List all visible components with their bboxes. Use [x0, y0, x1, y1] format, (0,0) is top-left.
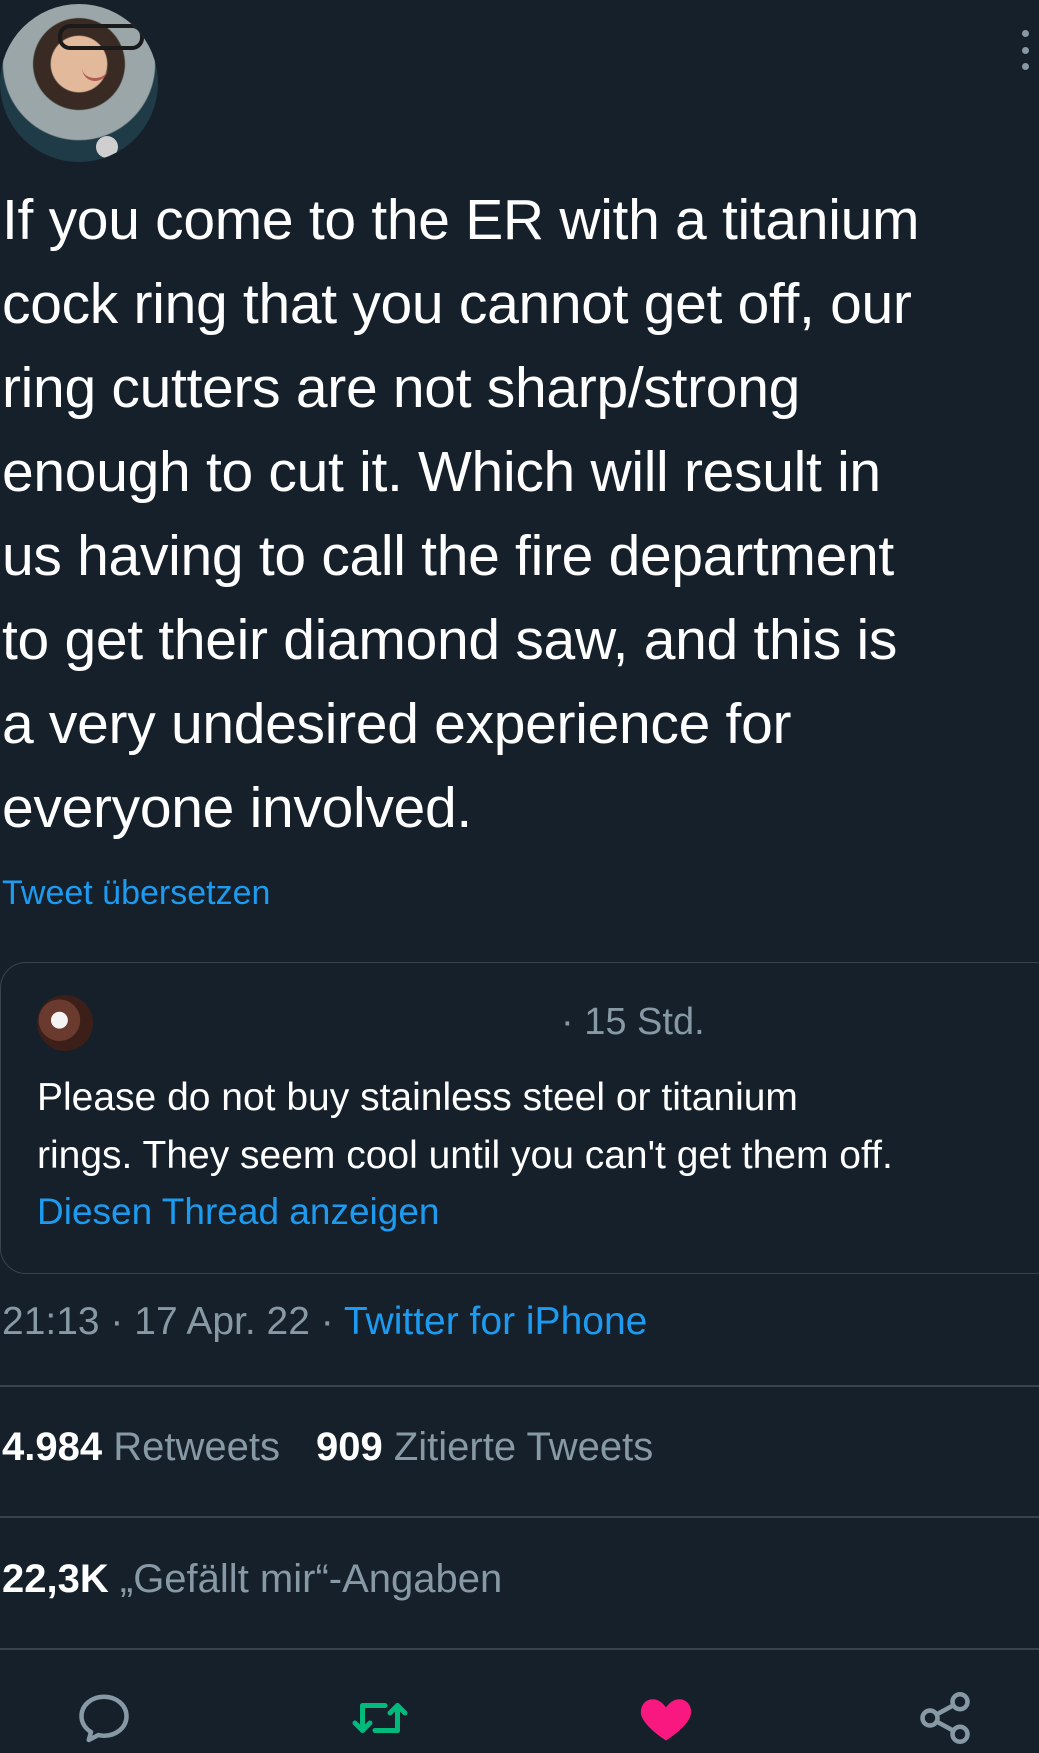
retweet-icon [352, 1703, 408, 1733]
divider [0, 1516, 1039, 1518]
retweets-label: Retweets [113, 1425, 280, 1469]
tweet-source-link[interactable]: Twitter for iPhone [344, 1300, 647, 1343]
quoted-tweet-text: Please do not buy stainless steel or tit… [37, 1076, 893, 1177]
quoted-author-avatar [37, 995, 93, 1051]
tweet-meta: 21:13 · 17 Apr. 22 · Twitter for iPhone [2, 1300, 647, 1344]
retweets-count: 4.984 [2, 1425, 103, 1469]
divider [0, 1385, 1039, 1387]
likes-count: 22,3K [2, 1557, 109, 1601]
reply-button[interactable] [74, 1688, 134, 1748]
share-icon [920, 1692, 970, 1744]
heart-icon [640, 1699, 692, 1741]
retweet-button[interactable] [350, 1688, 410, 1748]
quotes-label: Zitierte Tweets [393, 1425, 654, 1469]
tweet-text: If you come to the ER with a titanium co… [2, 188, 920, 840]
like-button[interactable] [636, 1688, 696, 1748]
share-button[interactable] [915, 1688, 975, 1748]
divider [0, 1648, 1039, 1650]
show-thread-link[interactable]: Diesen Thread anzeigen [37, 1191, 439, 1233]
quotes-stat[interactable]: 909 Zitierte Tweets [316, 1425, 653, 1469]
likes-stat[interactable]: 22,3K „Gefällt mir“-Angaben [2, 1557, 502, 1602]
quotes-count: 909 [315, 1425, 383, 1469]
action-bar [0, 1680, 1039, 1747]
avatar-stethoscope [96, 136, 118, 158]
tweet-timestamp: 21:13 · 17 Apr. 22 · [2, 1300, 344, 1343]
quoted-tweet-card[interactable]: · 15 Std. Please do not buy stainless st… [0, 962, 1039, 1274]
author-avatar[interactable] [0, 4, 158, 162]
translate-tweet-link[interactable]: Tweet übersetzen [2, 874, 270, 913]
quoted-tweet-time: · 15 Std. [561, 1001, 705, 1043]
avatar-glasses [58, 24, 144, 50]
reply-icon [79, 1694, 129, 1743]
retweets-stat[interactable]: 4.984 Retweets [2, 1425, 280, 1469]
avatar-smile [82, 66, 108, 81]
stats-row: 4.984 Retweets 909 Zitierte Tweets [2, 1425, 653, 1470]
more-vertical-icon[interactable] [1017, 30, 1033, 70]
likes-label: „Gefällt mir“-Angaben [119, 1557, 503, 1601]
